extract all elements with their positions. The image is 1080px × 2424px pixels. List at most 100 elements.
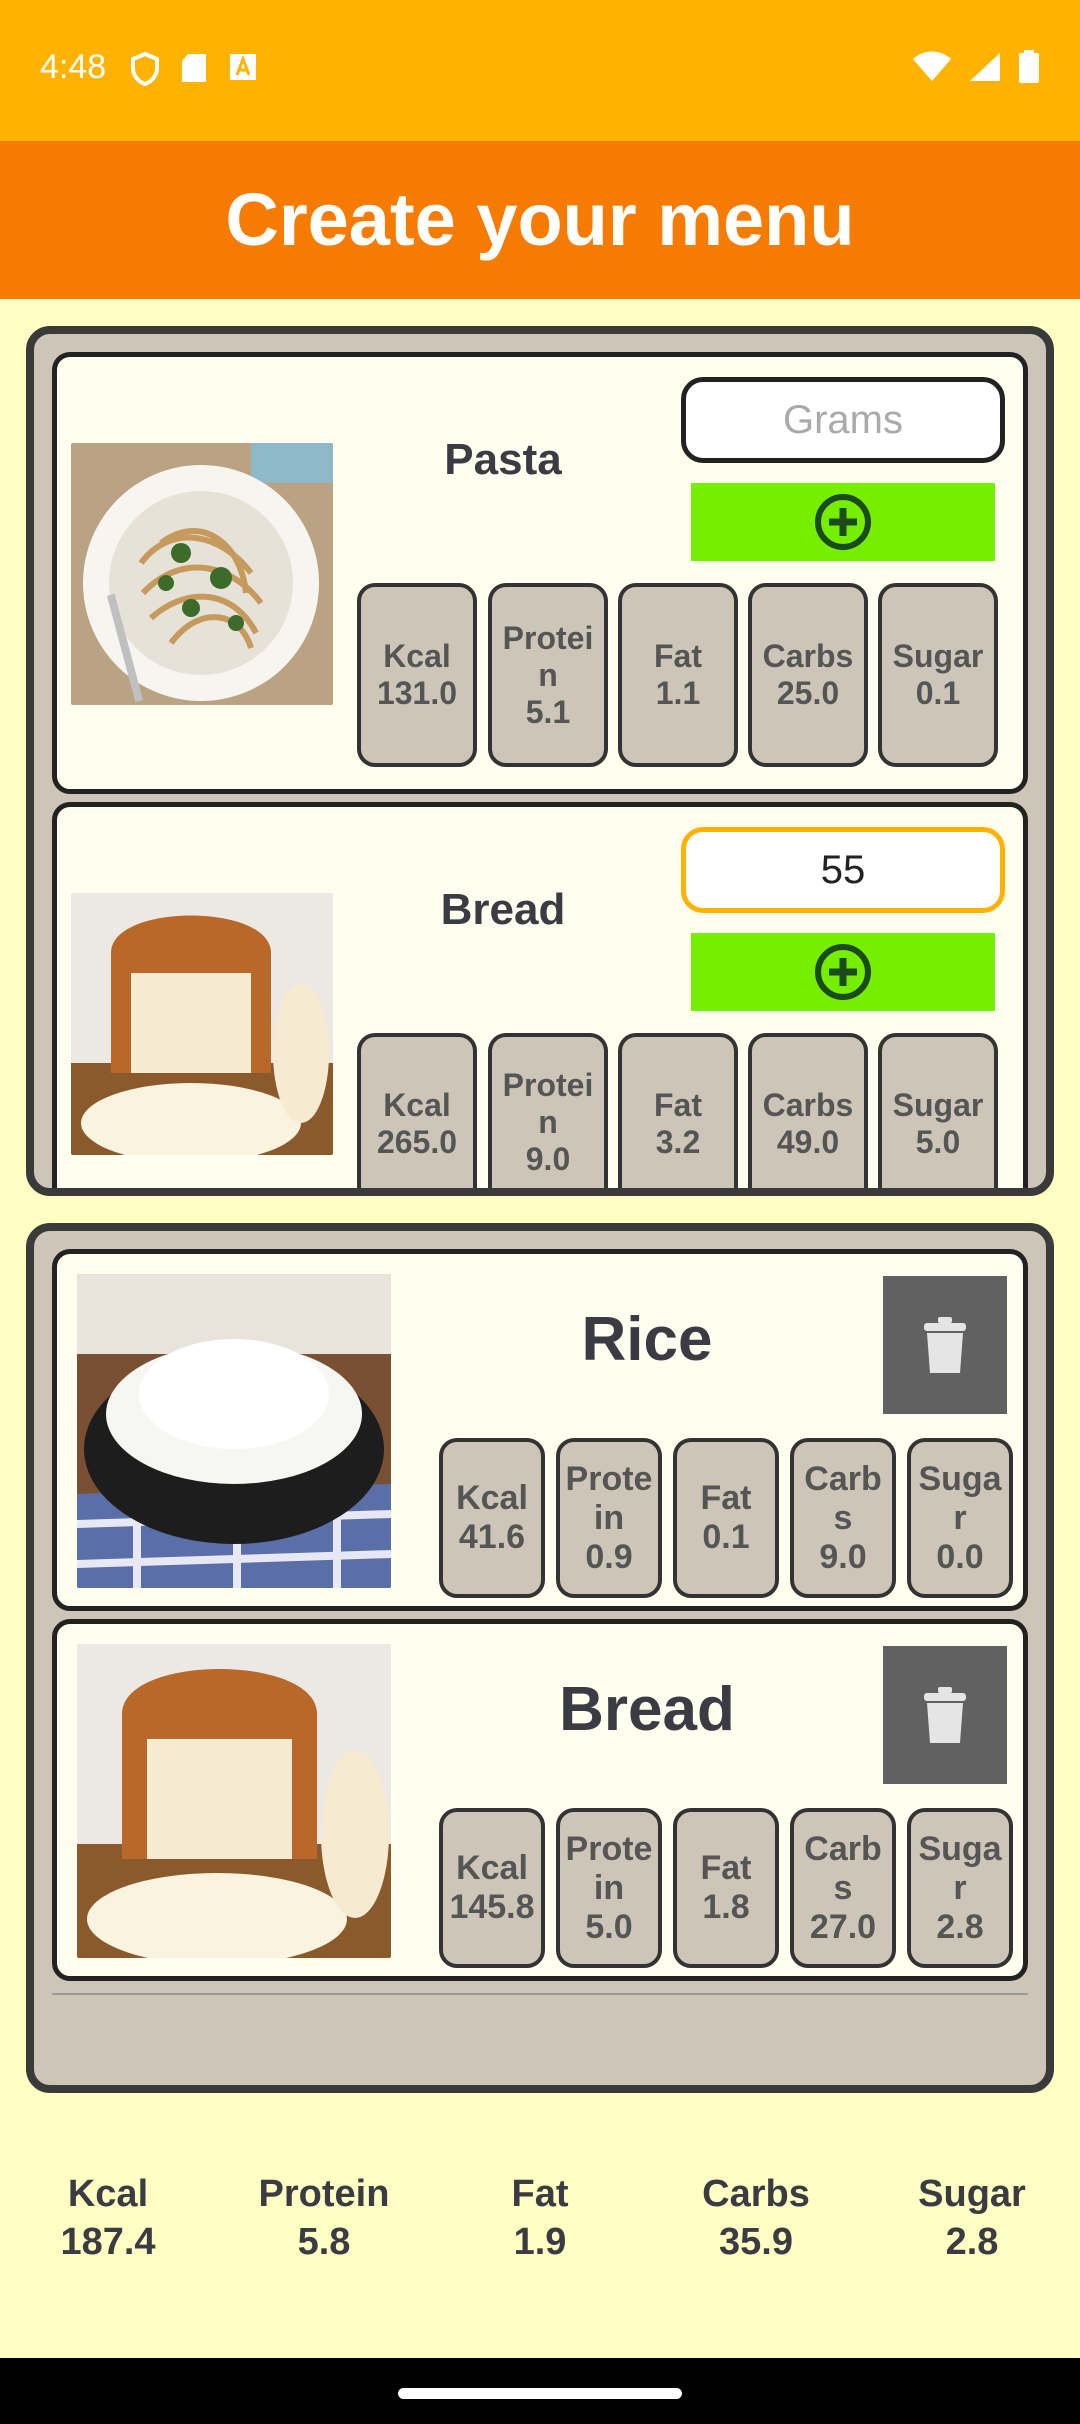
total-protein: Protein 5.8 <box>224 2170 424 2266</box>
status-system-icons <box>912 50 1040 84</box>
nutrient-fat: Fat 1.1 <box>618 583 738 767</box>
nutrient-fat: Fat 3.2 <box>618 1033 738 1188</box>
nutrient-value: 145.8 <box>449 1888 535 1926</box>
app-bar: Create your menu <box>0 141 1080 299</box>
total-value: 5.8 <box>297 2221 351 2263</box>
add-circle-icon <box>815 494 871 550</box>
nutrient-carbs: Carbs 49.0 <box>748 1033 868 1188</box>
nutrient-value: 41.6 <box>458 1518 526 1556</box>
total-label: Fat <box>511 2173 569 2215</box>
nutrient-label: Protein <box>502 619 594 693</box>
nutrient-label: Carbs <box>804 1459 882 1537</box>
food-name: Rice <box>581 1305 713 1374</box>
nutrient-carbs: Carbs 9.0 <box>790 1438 896 1598</box>
total-value: 35.9 <box>719 2221 793 2263</box>
status-notification-icons <box>130 52 258 86</box>
nutrient-label: Fat <box>700 1849 752 1887</box>
total-fat: Fat 1.9 <box>440 2170 640 2266</box>
nutrient-fat: Fat 0.1 <box>673 1438 779 1598</box>
total-kcal: Kcal 187.4 <box>8 2170 208 2266</box>
nutrient-value: 2.8 <box>936 1907 984 1946</box>
nutrient-value: 25.0 <box>776 675 840 711</box>
nutrient-label: Kcal <box>383 1087 451 1123</box>
nutrient-label: Sugar <box>918 1829 1002 1907</box>
add-circle-icon <box>815 944 871 1000</box>
nutrient-label: Carbs <box>762 1087 854 1123</box>
totals-bar: Kcal 187.4 Protein 5.8 Fat 1.9 Carbs 35.… <box>0 2170 1080 2290</box>
total-label: Protein <box>258 2173 390 2215</box>
nutrient-protein: Protein 0.9 <box>556 1438 662 1598</box>
sd-card-icon <box>182 54 206 82</box>
nutrient-value: 49.0 <box>776 1124 840 1160</box>
food-catalog-list[interactable]: Pasta Grams Kcal 131.0 Protein 5.1 Fat 1.1 … <box>26 326 1054 1196</box>
nutrient-label: Carbs <box>762 638 854 674</box>
food-name: Bread <box>559 1675 735 1744</box>
grams-input[interactable]: 55 <box>681 827 1005 913</box>
rice-image <box>77 1274 391 1588</box>
nutrient-value: 9.0 <box>525 1141 571 1177</box>
total-label: Sugar <box>918 2173 1026 2215</box>
total-carbs: Carbs 35.9 <box>656 2170 856 2266</box>
nutrient-value: 3.2 <box>655 1124 701 1160</box>
nutrient-value: 9.0 <box>819 1537 867 1576</box>
nutrient-sugar: Sugar 2.8 <box>907 1808 1013 1968</box>
bread-image <box>71 893 333 1155</box>
nutrient-label: Sugar <box>918 1459 1002 1537</box>
status-bar: 4:48 <box>0 0 1080 141</box>
nutrient-carbs: Carbs 25.0 <box>748 583 868 767</box>
nutrient-label: Kcal <box>456 1479 528 1517</box>
delete-button[interactable] <box>883 1276 1007 1414</box>
nutrient-label: Kcal <box>456 1849 528 1887</box>
nutrient-protein: Protein 5.1 <box>488 583 608 767</box>
nutrient-label: Carbs <box>804 1829 882 1907</box>
nutrient-label: Kcal <box>383 638 451 674</box>
add-button[interactable] <box>691 933 995 1011</box>
total-value: 2.8 <box>945 2221 999 2263</box>
nutrient-value: 131.0 <box>376 675 458 711</box>
nutrient-kcal: Kcal 41.6 <box>439 1438 545 1598</box>
nutrient-value: 5.0 <box>585 1907 633 1946</box>
catalog-item-pasta: Pasta Grams Kcal 131.0 Protein 5.1 Fat 1.1 … <box>52 352 1028 794</box>
nutrient-label: Protein <box>565 1829 653 1907</box>
nutrient-sugar: Sugar 5.0 <box>878 1033 998 1188</box>
nutrient-protein: Protein 5.0 <box>556 1808 662 1968</box>
nutrient-kcal: Kcal 265.0 <box>357 1033 477 1188</box>
food-name: Bread <box>440 885 566 934</box>
grams-input[interactable]: Grams <box>681 377 1005 463</box>
nutrient-value: 1.8 <box>702 1888 750 1926</box>
nutrient-kcal: Kcal 145.8 <box>439 1808 545 1968</box>
nutrient-label: Fat <box>700 1479 752 1517</box>
list-divider <box>52 1993 1028 1995</box>
total-label: Kcal <box>67 2173 149 2215</box>
nutrient-value: 0.1 <box>702 1518 750 1556</box>
add-button[interactable] <box>691 483 995 561</box>
menu-item-bread: Bread Kcal 145.8 Protein 5.0 Fat 1.8 Carbs 2… <box>52 1619 1028 1981</box>
shield-icon <box>131 52 159 86</box>
nutrient-value: 5.0 <box>915 1124 961 1160</box>
nutrient-label: Fat <box>654 1087 702 1123</box>
battery-icon <box>1019 50 1039 83</box>
home-gesture-handle[interactable] <box>398 2388 682 2399</box>
delete-button[interactable] <box>883 1646 1007 1784</box>
menu-list[interactable]: Rice Kcal 41.6 Protein 0.9 Fat 0.1 Carbs 9.0… <box>26 1223 1054 2093</box>
catalog-item-bread: Bread 55 Kcal 265.0 Protein 9.0 Fat 3.2 Car… <box>52 802 1028 1188</box>
nutrient-value: 0.9 <box>585 1537 633 1576</box>
page-title: Create your menu <box>225 178 855 261</box>
trash-icon <box>924 1317 966 1373</box>
total-sugar: Sugar 2.8 <box>872 2170 1072 2266</box>
nutrient-value: 27.0 <box>809 1907 877 1946</box>
nutrient-label: Fat <box>654 638 702 674</box>
nutrient-value: 265.0 <box>376 1124 458 1160</box>
status-time: 4:48 <box>40 48 107 86</box>
nutrient-label: Protein <box>502 1067 594 1140</box>
nutrient-kcal: Kcal 131.0 <box>357 583 477 767</box>
pasta-image <box>71 443 333 705</box>
nutrient-protein: Protein 9.0 <box>488 1033 608 1188</box>
nutrient-fat: Fat 1.8 <box>673 1808 779 1968</box>
nutrient-value: 0.1 <box>915 675 961 711</box>
nutrient-sugar: Sugar 0.1 <box>878 583 998 767</box>
wifi-icon <box>913 51 951 81</box>
nutrient-carbs: Carbs 27.0 <box>790 1808 896 1968</box>
nutrient-sugar: Sugar 0.0 <box>907 1438 1013 1598</box>
text-a-icon <box>230 54 256 80</box>
